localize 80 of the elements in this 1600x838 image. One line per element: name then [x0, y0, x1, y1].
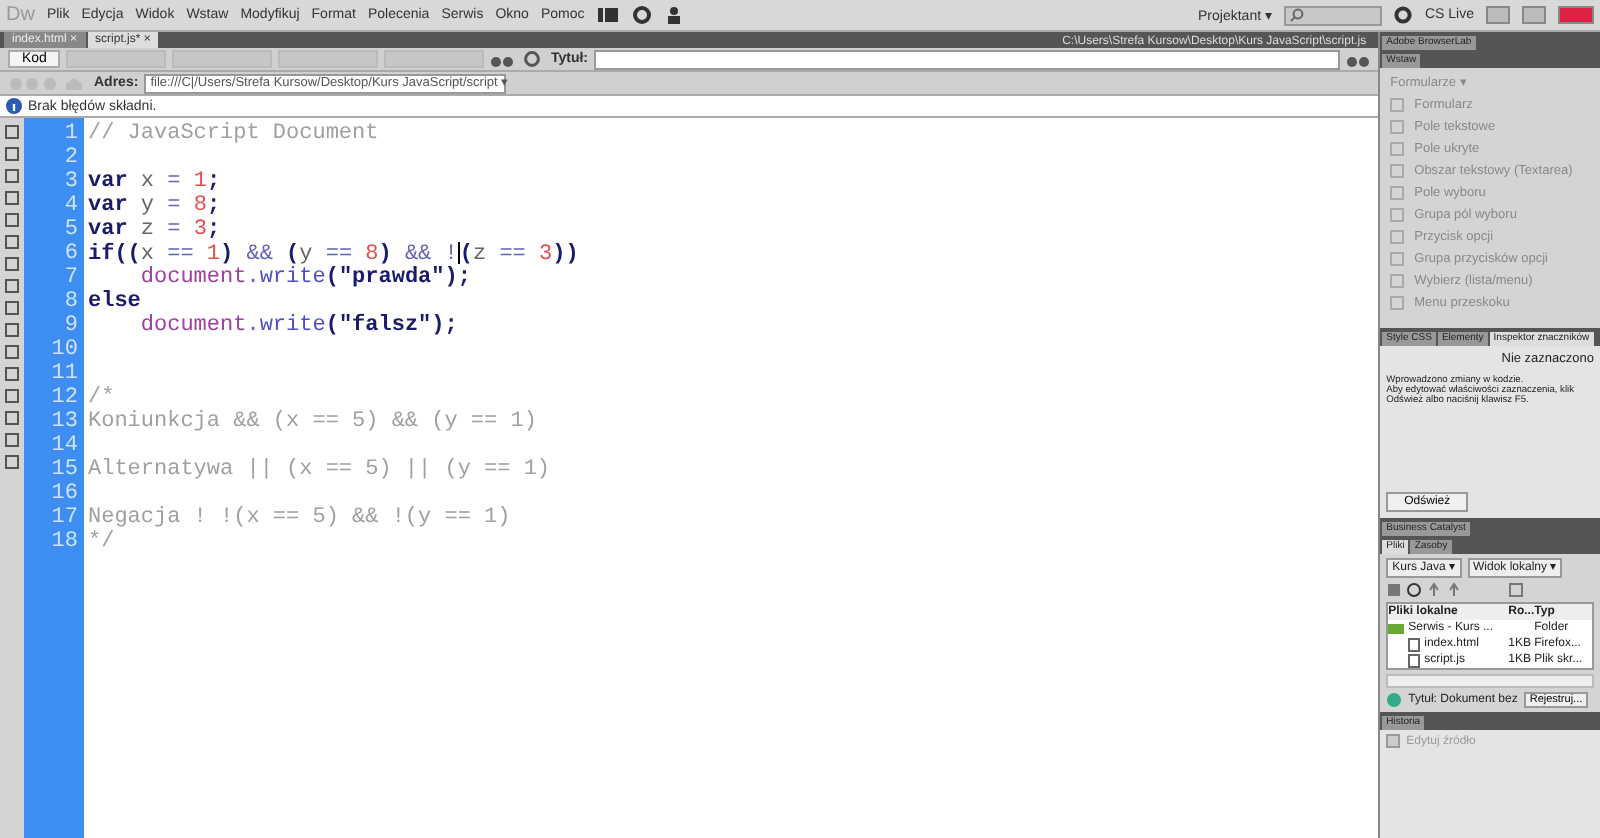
code-token: 1	[206, 242, 221, 267]
search-icon	[1290, 8, 1305, 22]
code-token: (	[286, 242, 300, 267]
code-token: x	[140, 242, 155, 267]
code-token: ))	[552, 242, 579, 267]
code-token: x	[138, 170, 157, 194]
code-token: ==	[167, 242, 194, 267]
line-number: 11	[49, 362, 80, 386]
horizontal-scrollbar[interactable]	[1386, 674, 1594, 688]
code-token: =	[167, 218, 181, 242]
layout-icon[interactable]	[596, 6, 621, 24]
code-token: Negacja ! !(x == 5) && !(y == 1)	[88, 506, 511, 530]
code-token: .	[246, 314, 260, 338]
code-token: var	[88, 170, 128, 194]
code-token: z	[138, 218, 157, 242]
code-token: Koniunkcja && (x == 5) && (y == 1)	[88, 410, 537, 434]
code-token: 8	[365, 242, 379, 267]
line-number: 12	[49, 386, 80, 410]
code-token: =	[167, 170, 181, 194]
line-number: 1	[62, 122, 80, 146]
ring-icon[interactable]	[1394, 6, 1413, 24]
line-number: 5	[62, 218, 80, 242]
code-token: var	[88, 194, 128, 218]
code-token: 3	[191, 218, 207, 242]
refresh-icon[interactable]	[520, 50, 545, 68]
line-number: 7	[62, 266, 80, 290]
code-token: document	[140, 266, 247, 290]
line-number: 13	[49, 410, 80, 434]
code-token: )	[378, 242, 392, 267]
code-token: "falsz"	[338, 314, 432, 338]
code-token: 3	[536, 242, 553, 267]
code-token: );	[444, 266, 471, 290]
code-token: ;	[206, 194, 221, 218]
line-number: 10	[49, 338, 80, 362]
title-field[interactable]	[594, 49, 1341, 69]
person-icon[interactable]	[664, 6, 685, 24]
code-token: (	[459, 242, 473, 267]
code-token: "prawda"	[338, 266, 445, 290]
folder-icon	[1388, 622, 1405, 634]
line-number: 3	[62, 170, 80, 194]
code-token: y	[138, 194, 157, 218]
code-token: z	[472, 242, 489, 267]
code-token: if	[88, 242, 115, 267]
code-token: var	[88, 218, 128, 242]
code-token: ;	[206, 218, 221, 242]
line-number: 18	[49, 530, 80, 554]
line-number: 15	[49, 458, 80, 482]
code-token: Alternatywa || (x == 5) || (y == 1)	[88, 458, 551, 482]
line-number: 6	[62, 242, 80, 266]
file-toolbar-icons[interactable]	[1386, 582, 1527, 598]
code-token: y	[299, 242, 313, 267]
code-token: &&	[244, 242, 273, 267]
code-token: write	[259, 266, 326, 290]
search-field[interactable]	[1284, 5, 1383, 25]
code-token: ;	[206, 170, 221, 194]
line-number: 8	[62, 290, 80, 314]
code-token: );	[431, 314, 458, 338]
code-token: 1	[191, 170, 207, 194]
line-number: 14	[49, 434, 80, 458]
code-token: =	[167, 194, 181, 218]
code-token: ==	[499, 242, 526, 267]
code-token: (	[325, 266, 339, 290]
code-token: // JavaScript Document	[88, 122, 379, 146]
code-token: && !	[404, 242, 458, 267]
code-token: document	[138, 314, 247, 338]
line-number: 2	[62, 146, 80, 170]
code-token: )	[220, 242, 234, 267]
code-token: .	[246, 266, 260, 290]
line-number: 17	[49, 506, 80, 530]
code-token: (	[325, 314, 339, 338]
line-number: 4	[62, 194, 80, 218]
code-token: 8	[191, 194, 207, 218]
code-token: write	[259, 314, 326, 338]
code-token: /*	[88, 386, 115, 410]
code-token: ==	[325, 242, 353, 267]
code-token: */	[88, 530, 115, 554]
code-token: else	[88, 290, 141, 314]
line-number: 9	[62, 314, 80, 338]
code-token: ((	[114, 242, 141, 267]
line-number: 16	[49, 482, 80, 506]
